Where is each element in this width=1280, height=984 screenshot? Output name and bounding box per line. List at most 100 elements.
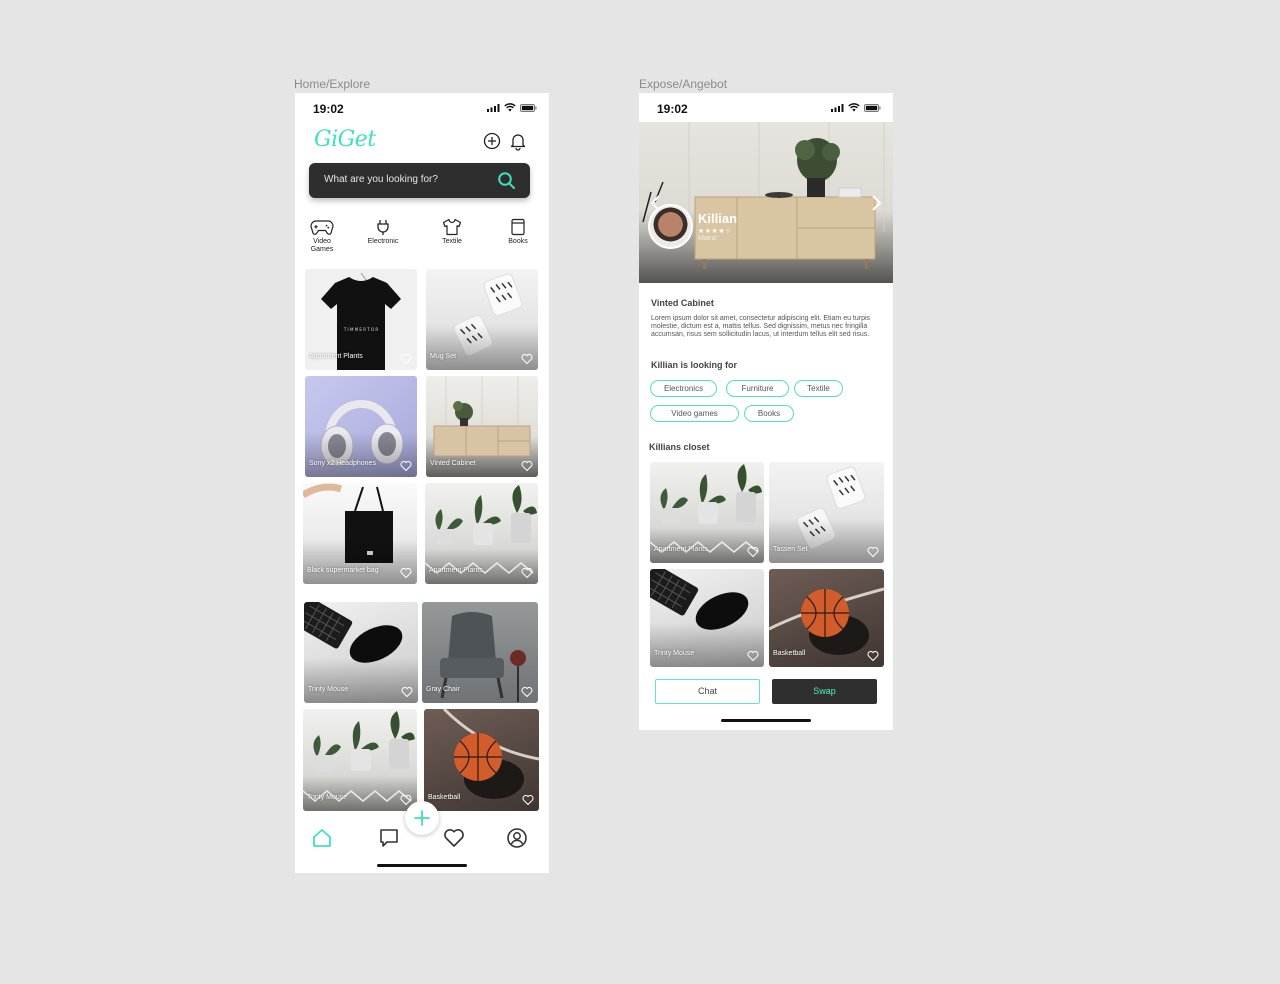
cabinet-photo: [642, 122, 885, 269]
frame-label-home: Home/Explore: [294, 77, 371, 91]
closet-item-card[interactable]: Apartment Plants: [650, 462, 764, 563]
profile-icon[interactable]: [506, 827, 528, 849]
category-electronic[interactable]: Electronic: [363, 218, 403, 246]
category-books[interactable]: Books: [498, 218, 538, 246]
avatar[interactable]: [648, 204, 693, 249]
book-icon: [511, 218, 525, 236]
closet-item-card[interactable]: Trinty Mouse: [650, 569, 764, 667]
heart-icon[interactable]: [443, 827, 465, 849]
home-icon[interactable]: [311, 827, 333, 849]
item-card[interactable]: Vinted Cabinet: [426, 376, 538, 477]
closet-item-card[interactable]: Tassen Set: [769, 462, 884, 563]
tag-textile[interactable]: Textile: [794, 380, 843, 397]
item-card[interactable]: Black supermarket bag: [303, 483, 417, 584]
item-label: Apartment Plants: [309, 353, 363, 360]
category-label: Books: [508, 238, 528, 245]
category-label: Video Games: [310, 238, 334, 253]
swap-button[interactable]: Swap: [772, 679, 877, 704]
item-label: Gray Chair: [426, 686, 460, 693]
gamepad-icon: [310, 220, 334, 235]
tag-furniture[interactable]: Furniture: [726, 380, 789, 397]
item-card[interactable]: Trinty Mouse: [303, 709, 417, 811]
category-label: Textile: [442, 238, 462, 245]
plus-icon: [414, 810, 430, 826]
item-label: Trinty Mouse: [308, 686, 349, 693]
add-item-button[interactable]: [405, 801, 439, 835]
heart-icon[interactable]: [400, 353, 412, 365]
bell-icon[interactable]: [508, 131, 528, 151]
item-label: Trinty Mouse: [654, 650, 695, 657]
tag-electronics[interactable]: Electronics: [650, 380, 717, 397]
owner-city: Mainz: [698, 235, 717, 242]
item-label: Apartment Plants: [429, 567, 483, 574]
search-icon[interactable]: [497, 171, 516, 190]
heart-icon[interactable]: [867, 650, 879, 662]
heart-icon[interactable]: [401, 686, 413, 698]
heart-icon[interactable]: [747, 650, 759, 662]
battery-icon: [520, 103, 537, 112]
item-card[interactable]: T I M M E R T O R Apartment Plants: [305, 269, 417, 370]
item-card[interactable]: Apartment Plants: [425, 483, 538, 584]
battery-icon: [864, 103, 881, 112]
closet-item-card[interactable]: Basketball: [769, 569, 884, 667]
tag-books[interactable]: Books: [744, 405, 794, 422]
signal-icon: [487, 103, 500, 112]
item-label: Basketball: [773, 650, 806, 657]
frame-label-detail: Expose/Angebot: [639, 77, 728, 91]
status-bar: 19:02: [295, 93, 549, 121]
item-card[interactable]: Gray Chair: [422, 602, 538, 703]
detail-screen: 19:02 Killian ★★★★☆ Mainz Vinted Cabinet…: [639, 93, 893, 730]
app-logo: GiGet: [314, 127, 376, 152]
rating-stars: ★★★★☆: [698, 228, 732, 235]
plug-icon: [377, 220, 389, 235]
looking-for-title: Killian is looking for: [651, 360, 738, 370]
chat-icon[interactable]: [378, 827, 400, 849]
status-time: 19:02: [313, 102, 344, 116]
item-card[interactable]: Trinty Mouse: [304, 602, 418, 703]
home-indicator: [377, 864, 467, 867]
category-textile[interactable]: Textile: [432, 218, 472, 246]
heart-icon[interactable]: [521, 567, 533, 579]
owner-name[interactable]: Killian: [698, 211, 737, 226]
chat-button[interactable]: Chat: [655, 679, 760, 704]
tshirt-icon: [442, 218, 462, 236]
heart-icon[interactable]: [521, 686, 533, 698]
heart-icon[interactable]: [867, 546, 879, 558]
search-bar[interactable]: What are you looking for?: [309, 163, 530, 198]
heart-icon[interactable]: [747, 546, 759, 558]
heart-icon[interactable]: [521, 353, 533, 365]
status-time: 19:02: [657, 102, 688, 116]
product-title: Vinted Cabinet: [651, 298, 714, 308]
closet-title: Killians closet: [649, 442, 710, 452]
product-hero-image[interactable]: Killian ★★★★☆ Mainz: [639, 122, 893, 283]
wifi-icon: [848, 103, 860, 112]
status-bar: 19:02: [639, 93, 893, 121]
item-label: Basketball: [428, 794, 461, 801]
heart-icon[interactable]: [400, 460, 412, 472]
item-label: Trinty Mouse: [307, 794, 348, 801]
item-label: Mug Set: [430, 353, 457, 360]
wifi-icon: [504, 103, 516, 112]
category-label: Electronic: [367, 238, 399, 245]
item-label: Tassen Set: [773, 546, 808, 553]
heart-icon[interactable]: [400, 567, 412, 579]
item-card[interactable]: Basketball: [424, 709, 539, 811]
tag-video-games[interactable]: Video games: [650, 405, 739, 422]
home-screen: 19:02 GiGet What are you looking for? Vi…: [295, 93, 549, 873]
heart-icon[interactable]: [522, 794, 534, 806]
svg-text:T I M M E R T O R: T I M M E R T O R: [343, 327, 379, 332]
heart-icon[interactable]: [521, 460, 533, 472]
signal-icon: [831, 103, 844, 112]
home-indicator: [721, 719, 811, 722]
category-video-games[interactable]: Video Games: [302, 218, 342, 254]
item-card[interactable]: Mug Set: [426, 269, 538, 370]
item-card[interactable]: Sony x2 Headphones: [305, 376, 417, 477]
product-description: Lorem ipsum dolor sit amet, consectetur …: [651, 315, 871, 338]
search-placeholder: What are you looking for?: [324, 174, 438, 185]
item-label: Vinted Cabinet: [430, 460, 476, 467]
item-label: Black supermarket bag: [307, 567, 379, 574]
chevron-right-icon[interactable]: [871, 194, 883, 212]
item-label: Sony x2 Headphones: [309, 460, 376, 467]
item-label: Apartment Plants: [654, 546, 708, 553]
add-circle-icon[interactable]: [482, 131, 502, 151]
